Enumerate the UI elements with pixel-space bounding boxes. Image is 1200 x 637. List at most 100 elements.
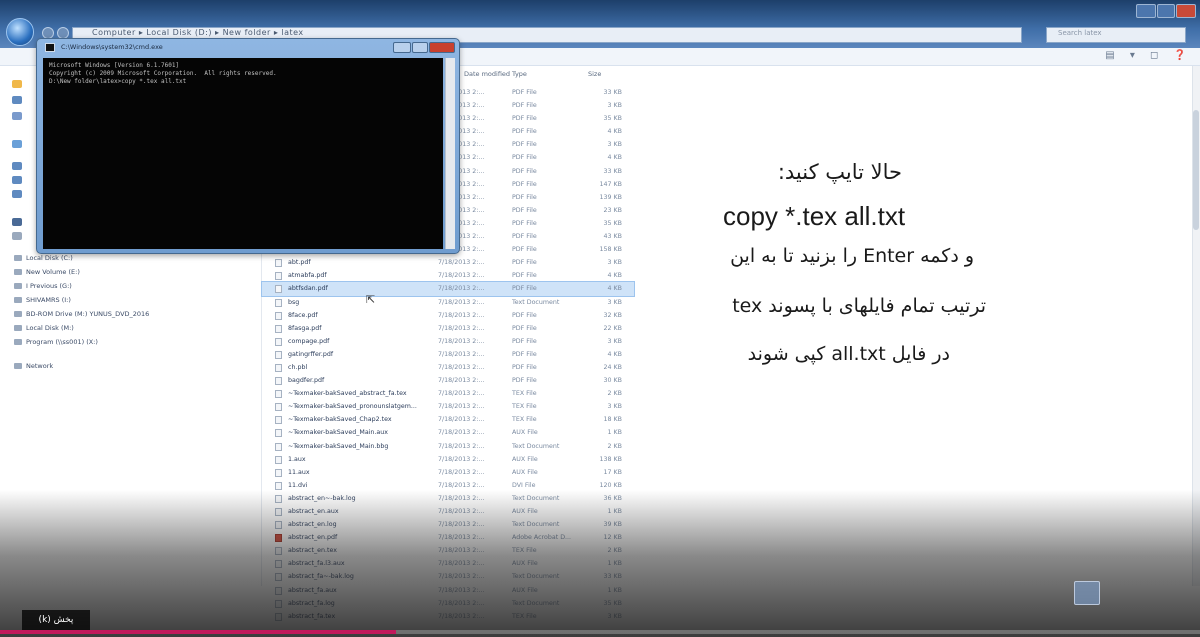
nav-item[interactable]: Local Disk (C:) bbox=[26, 254, 73, 262]
cmd-scrollbar[interactable] bbox=[445, 58, 455, 249]
file-type: PDF File bbox=[512, 141, 537, 149]
file-row[interactable]: abtfsdan.pdf 7/18/2013 2:... PDF File 4 KB bbox=[261, 281, 635, 297]
file-size: 2 KB bbox=[607, 390, 622, 398]
file-row[interactable]: compage.pdf 7/18/2013 2:... PDF File 3 KB bbox=[262, 335, 634, 348]
file-size: 3 KB bbox=[607, 403, 622, 411]
file-row[interactable]: 11.aux 7/18/2013 2:... AUX File 17 KB bbox=[262, 466, 634, 479]
downloads-icon[interactable] bbox=[12, 112, 22, 120]
cmd-maximize-button[interactable] bbox=[412, 42, 428, 53]
file-name: 8face.pdf bbox=[288, 311, 318, 319]
view-options-icons[interactable]: ▤ ▾ ◻ ❓ bbox=[1105, 50, 1192, 61]
file-date: 7/18/2013 2:... bbox=[438, 442, 485, 450]
favorites-star-icon[interactable] bbox=[12, 80, 22, 88]
file-row[interactable]: abt.pdf 7/18/2013 2:... PDF File 3 KB bbox=[262, 256, 634, 269]
nav-item[interactable]: BD-ROM Drive (M:) YUNUS_DVD_2016 bbox=[26, 310, 149, 318]
column-size[interactable]: Size bbox=[588, 70, 601, 78]
nav-item[interactable]: I Previous (G:) bbox=[26, 282, 72, 290]
play-button[interactable]: پخش (k) bbox=[22, 610, 90, 630]
cmd-window[interactable]: C:\Windows\system32\cmd.exe Microsoft Wi… bbox=[36, 38, 460, 254]
file-type: PDF File bbox=[512, 167, 537, 175]
close-button[interactable] bbox=[1176, 4, 1196, 18]
file-row[interactable]: 8face.pdf 7/18/2013 2:... PDF File 32 KB bbox=[262, 309, 634, 322]
music-icon[interactable] bbox=[12, 176, 22, 184]
file-name: abt.pdf bbox=[288, 259, 311, 267]
file-row[interactable]: 1.aux 7/18/2013 2:... AUX File 138 KB bbox=[262, 453, 634, 466]
file-name: ~Texmaker-bakSaved_pronounslatgem... bbox=[288, 403, 417, 411]
file-icon bbox=[275, 455, 282, 464]
drive-c-icon[interactable] bbox=[12, 232, 22, 240]
drive-icon bbox=[14, 269, 22, 275]
file-icon bbox=[275, 285, 282, 294]
file-row[interactable]: ch.pbl 7/18/2013 2:... PDF File 24 KB bbox=[262, 361, 634, 374]
pictures-icon[interactable] bbox=[12, 190, 22, 198]
network-icon bbox=[14, 363, 22, 369]
file-row[interactable]: bagdfer.pdf 7/18/2013 2:... PDF File 30 KB bbox=[262, 374, 634, 387]
file-size: 158 KB bbox=[599, 246, 622, 254]
file-size: 147 KB bbox=[599, 180, 622, 188]
file-size: 120 KB bbox=[599, 481, 622, 489]
file-name: 8fasga.pdf bbox=[288, 324, 322, 332]
cmd-close-button[interactable] bbox=[429, 42, 455, 53]
file-type: PDF File bbox=[512, 102, 537, 110]
nav-item[interactable]: SHIVAMRS (I:) bbox=[26, 296, 71, 304]
column-type[interactable]: Type bbox=[512, 70, 527, 78]
drive-icon bbox=[14, 325, 22, 331]
explorer-scroll-thumb[interactable] bbox=[1193, 110, 1199, 230]
file-type: PDF File bbox=[512, 128, 537, 136]
file-date: 7/18/2013 2:... bbox=[438, 272, 485, 280]
documents-icon[interactable] bbox=[12, 162, 22, 170]
maximize-button[interactable] bbox=[1157, 4, 1175, 18]
file-type: PDF File bbox=[512, 350, 537, 358]
file-row[interactable]: atmabfa.pdf 7/18/2013 2:... PDF File 4 KB bbox=[262, 269, 634, 282]
video-progress-fill[interactable] bbox=[0, 630, 396, 634]
file-size: 24 KB bbox=[603, 363, 622, 371]
cmd-minimize-button[interactable] bbox=[393, 42, 411, 53]
column-date[interactable]: Date modified bbox=[464, 70, 510, 78]
minimize-button[interactable] bbox=[1136, 4, 1156, 18]
file-icon bbox=[275, 298, 282, 307]
file-size: 35 KB bbox=[603, 219, 622, 227]
file-row[interactable]: 8fasga.pdf 7/18/2013 2:... PDF File 22 KB bbox=[262, 322, 634, 335]
file-row[interactable]: ~Texmaker-bakSaved_abstract_fa.tex 7/18/2… bbox=[262, 387, 634, 400]
file-type: AUX File bbox=[512, 455, 538, 463]
cmd-console[interactable]: Microsoft Windows [Version 6.1.7601] Cop… bbox=[43, 58, 443, 249]
file-icon bbox=[275, 416, 282, 425]
file-type: AUX File bbox=[512, 429, 538, 437]
file-type: PDF File bbox=[512, 272, 537, 280]
file-size: 3 KB bbox=[607, 102, 622, 110]
file-row[interactable]: ~Texmaker-bakSaved_Main.bbg 7/18/2013 2:.… bbox=[262, 440, 634, 453]
file-size: 4 KB bbox=[607, 350, 622, 358]
file-size: 2 KB bbox=[607, 442, 622, 450]
file-icon bbox=[275, 442, 282, 451]
file-date: 7/18/2013 2:... bbox=[438, 350, 485, 358]
address-path: Computer ▸ Local Disk (D:) ▸ New folder … bbox=[92, 28, 304, 37]
file-row[interactable]: ~Texmaker-bakSaved_pronounslatgem... 7/18… bbox=[262, 400, 634, 413]
file-row[interactable]: ~Texmaker-bakSaved_Chap2.tex 7/18/2013 2:… bbox=[262, 413, 634, 426]
file-size: 4 KB bbox=[607, 154, 622, 162]
nav-item[interactable]: New Volume (E:) bbox=[26, 268, 80, 276]
file-size: 4 KB bbox=[607, 128, 622, 136]
file-icon bbox=[275, 390, 282, 399]
file-type: PDF File bbox=[512, 219, 537, 227]
mouse-cursor-icon: ⇱ bbox=[366, 293, 376, 306]
settings-icon[interactable] bbox=[1074, 581, 1100, 605]
libraries-icon[interactable] bbox=[12, 140, 22, 148]
file-size: 1 KB bbox=[607, 429, 622, 437]
desktop-icon[interactable] bbox=[12, 96, 22, 104]
file-date: 7/18/2013 2:... bbox=[438, 429, 485, 437]
file-type: TEX File bbox=[512, 416, 537, 424]
file-row[interactable]: gatingrffer.pdf 7/18/2013 2:... PDF File 4 … bbox=[262, 348, 634, 361]
file-size: 3 KB bbox=[607, 337, 622, 345]
cmd-title: C:\Windows\system32\cmd.exe bbox=[61, 43, 163, 51]
file-icon bbox=[275, 468, 282, 477]
computer-icon[interactable] bbox=[12, 218, 22, 226]
file-size: 3 KB bbox=[607, 141, 622, 149]
file-row[interactable]: bsg 7/18/2013 2:... Text Document 3 KB bbox=[262, 296, 634, 309]
nav-item[interactable]: Local Disk (M:) bbox=[26, 324, 74, 332]
nav-item[interactable]: Network bbox=[26, 362, 53, 370]
nav-item[interactable]: Program (\\ss001) (X:) bbox=[26, 338, 98, 346]
file-row[interactable]: ~Texmaker-bakSaved_Main.aux 7/18/2013 2:.… bbox=[262, 426, 634, 439]
file-date: 7/18/2013 2:... bbox=[438, 468, 485, 476]
file-icon bbox=[275, 259, 282, 268]
windows-start-icon[interactable] bbox=[6, 18, 34, 46]
